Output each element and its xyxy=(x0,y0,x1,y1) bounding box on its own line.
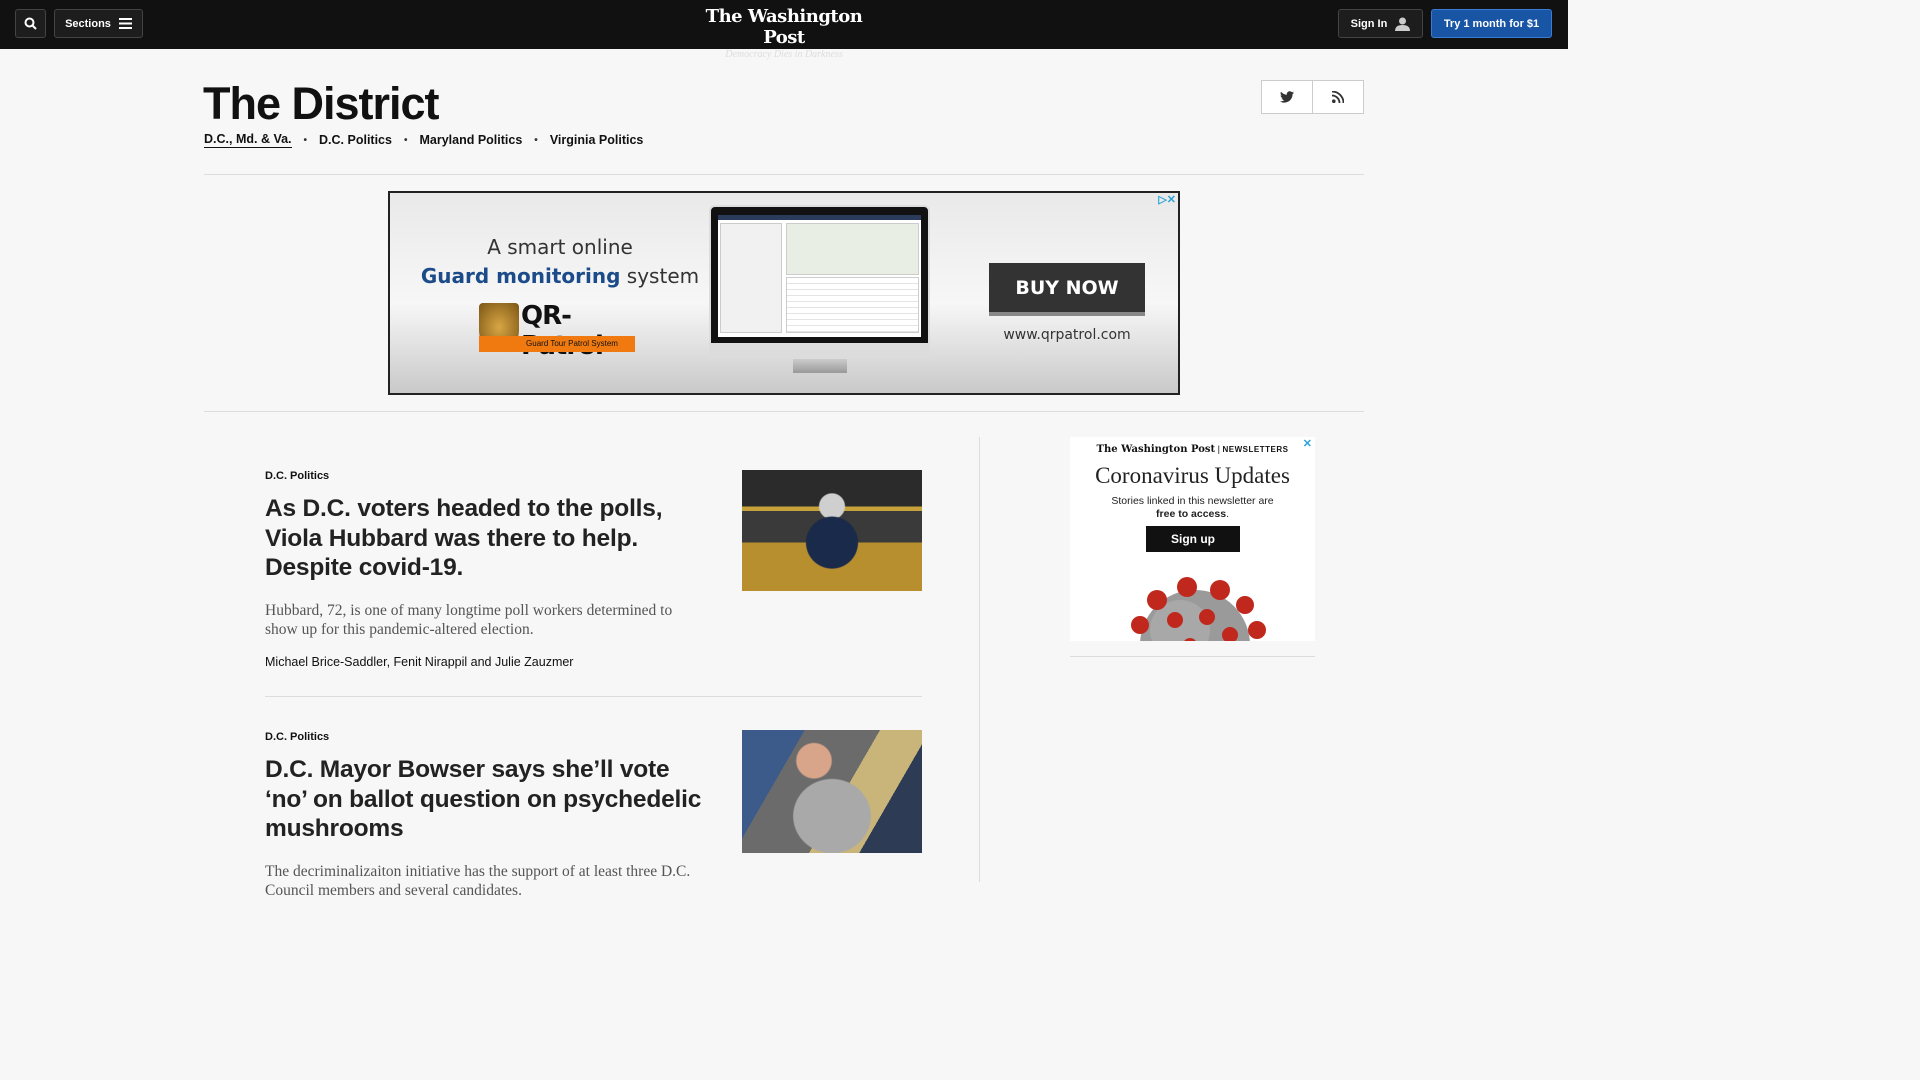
ad-brand: QR-Patrol xyxy=(521,301,604,361)
newsletter-signup-button[interactable]: Sign up xyxy=(1146,526,1240,552)
search-button[interactable] xyxy=(15,9,46,38)
ad-url[interactable]: www.qrpatrol.com xyxy=(989,327,1145,343)
monitor-stand xyxy=(793,359,847,373)
subnav-maryland-politics[interactable]: Maryland Politics xyxy=(419,133,522,147)
sections-label: Sections xyxy=(65,17,111,30)
newsletter-ad[interactable]: ✕ The Washington Post | NEWSLETTERS Coro… xyxy=(1070,437,1315,641)
subnav-separator: • xyxy=(403,134,408,146)
sign-in-button[interactable]: Sign In xyxy=(1338,9,1423,38)
page-title: The District xyxy=(203,78,440,129)
user-icon xyxy=(1395,17,1411,31)
subnav-virginia-politics[interactable]: Virginia Politics xyxy=(550,133,644,147)
rss-icon xyxy=(1332,91,1344,103)
buy-now-button[interactable]: BUY NOW xyxy=(989,263,1145,316)
ad-choices-close-icon[interactable]: ▷✕ xyxy=(1158,193,1176,206)
sections-menu-button[interactable]: Sections xyxy=(54,9,143,38)
twitter-button[interactable] xyxy=(1262,81,1312,113)
divider xyxy=(204,411,1364,412)
top-navigation-bar: Sections The Washington Post Democracy D… xyxy=(0,0,1568,60)
newsletter-desc-period: . xyxy=(1226,508,1229,520)
subscribe-button[interactable]: Try 1 month for $1 xyxy=(1431,9,1552,38)
section-subnav: D.C., Md. & Va. • D.C. Politics • Maryla… xyxy=(204,132,643,148)
divider xyxy=(1070,656,1315,657)
ad-line1: A smart online xyxy=(487,235,633,259)
subnav-separator: • xyxy=(303,134,308,146)
twitter-icon xyxy=(1280,91,1294,103)
logo-tagline: Democracy Dies in Darkness xyxy=(725,49,843,60)
ad-line2-rest: system xyxy=(620,264,700,288)
article-thumbnail[interactable] xyxy=(742,730,922,853)
ad-brand-strip: Guard Tour Patrol System xyxy=(479,336,635,352)
hamburger-icon xyxy=(118,18,132,29)
coronavirus-image xyxy=(1131,577,1266,641)
article-blurb: Hubbard, 72, is one of many longtime pol… xyxy=(265,601,673,639)
article-headline[interactable]: D.C. Mayor Bowser says she’ll vote ‘no’ … xyxy=(265,755,705,844)
newsletter-desc-line2: free to access xyxy=(1156,508,1227,520)
advertisement-banner[interactable]: ▷✕ A smart online Guard monitoring syste… xyxy=(388,191,1180,395)
sign-in-label: Sign In xyxy=(1350,17,1388,30)
article-card: D.C. Politics D.C. Mayor Bowser says she… xyxy=(265,730,922,901)
article-headline[interactable]: As D.C. voters headed to the polls, Viol… xyxy=(265,494,705,583)
monitor-image xyxy=(709,205,930,355)
article-card: D.C. Politics As D.C. voters headed to t… xyxy=(265,470,922,669)
newsletter-header: The Washington Post | NEWSLETTERS xyxy=(1096,444,1289,455)
subnav-dc-md-va[interactable]: D.C., Md. & Va. xyxy=(204,132,292,148)
article-blurb: The decriminalizaiton initiative has the… xyxy=(265,862,691,900)
ad-line2-bold: Guard monitoring xyxy=(420,264,621,288)
qr-patrol-logo: QR-Patrol Guard Tour Patrol System xyxy=(479,301,637,361)
ad-line2: Guard monitoring system xyxy=(390,264,730,288)
search-icon xyxy=(24,17,37,30)
newsletter-title: Coronavirus Updates xyxy=(1095,463,1290,488)
divider xyxy=(265,696,922,697)
article-thumbnail[interactable] xyxy=(742,470,922,591)
logo-name: The Washington Post xyxy=(705,6,863,48)
divider xyxy=(204,174,1364,175)
newsletter-label: NEWSLETTERS xyxy=(1222,445,1289,454)
subnav-dc-politics[interactable]: D.C. Politics xyxy=(319,133,392,147)
rss-button[interactable] xyxy=(1312,81,1363,113)
monitor-chin xyxy=(709,343,930,359)
newsletter-description: Stories linked in this newsletter are fr… xyxy=(1070,495,1315,521)
column-divider xyxy=(979,437,980,882)
article-byline[interactable]: Michael Brice-Saddler, Fenit Nirappil an… xyxy=(265,655,922,669)
washington-post-logo[interactable]: The Washington Post Democracy Dies in Da… xyxy=(684,6,884,60)
newsletter-desc-line1: Stories linked in this newsletter are xyxy=(1111,495,1274,507)
newsletter-brand: The Washington Post xyxy=(1096,444,1216,455)
subnav-separator: • xyxy=(534,134,538,146)
social-links xyxy=(1261,80,1364,114)
